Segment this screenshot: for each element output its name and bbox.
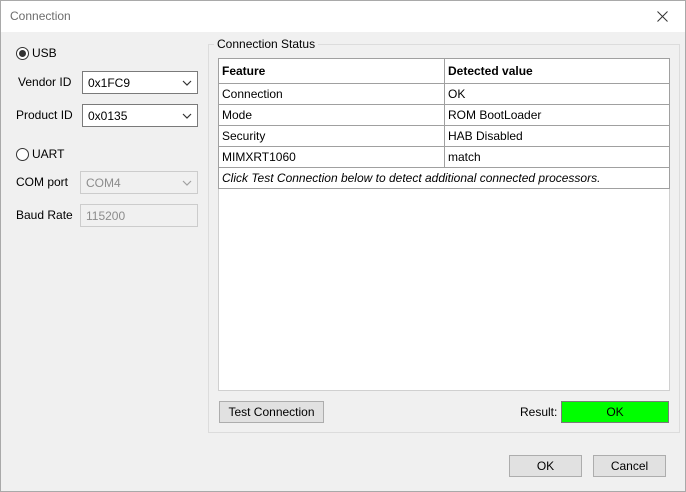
table-cell: Mode	[218, 104, 445, 126]
cancel-button[interactable]: Cancel	[593, 455, 666, 477]
test-connection-button[interactable]: Test Connection	[219, 401, 324, 423]
table-note-row: Click Test Connection below to detect ad…	[218, 167, 670, 189]
table-cell: OK	[444, 83, 670, 105]
table-note: Click Test Connection below to detect ad…	[218, 167, 670, 189]
table-cell: HAB Disabled	[444, 125, 670, 147]
product-id-label: Product ID	[16, 108, 73, 122]
radio-selected-dot	[19, 49, 26, 57]
vendor-id-label: Vendor ID	[18, 75, 72, 89]
table-row[interactable]: Mode ROM BootLoader	[218, 104, 670, 126]
usb-radio-label: USB	[32, 46, 57, 60]
status-table: Feature Detected value Connection OK Mod…	[218, 58, 670, 189]
close-icon	[656, 11, 668, 22]
table-cell: ROM BootLoader	[444, 104, 670, 126]
usb-radio[interactable]: USB	[16, 46, 57, 60]
chevron-down-icon	[182, 80, 192, 86]
uart-radio-circle	[16, 147, 29, 161]
com-port-value: COM4	[86, 175, 121, 190]
table-cell: match	[444, 146, 670, 168]
table-row[interactable]: Security HAB Disabled	[218, 125, 670, 147]
vendor-id-dropdown[interactable]: 0x1FC9	[82, 71, 198, 94]
table-cell: Security	[218, 125, 445, 147]
product-id-value: 0x0135	[88, 108, 128, 123]
chevron-down-icon	[182, 113, 192, 119]
column-header-feature: Feature	[218, 58, 445, 84]
table-cell: Connection	[218, 83, 445, 105]
table-header-row: Feature Detected value	[218, 58, 670, 84]
table-row[interactable]: Connection OK	[218, 83, 670, 105]
com-port-dropdown[interactable]: COM4	[80, 171, 198, 194]
baud-rate-field[interactable]: 115200	[80, 204, 198, 227]
uart-radio[interactable]: UART	[16, 147, 64, 161]
status-grid: Feature Detected value Connection OK Mod…	[218, 58, 670, 391]
table-cell: MIMXRT1060	[218, 146, 445, 168]
com-port-label: COM port	[16, 175, 69, 189]
vendor-id-value: 0x1FC9	[88, 75, 131, 90]
ok-button[interactable]: OK	[509, 455, 582, 477]
chevron-down-icon	[182, 180, 192, 186]
result-indicator: OK	[561, 401, 669, 423]
title-bar: Connection	[1, 1, 685, 32]
baud-rate-label: Baud Rate	[16, 208, 73, 222]
result-label: Result:	[520, 405, 558, 419]
column-header-detected-value: Detected value	[444, 58, 670, 84]
close-button[interactable]	[639, 1, 685, 32]
uart-radio-label: UART	[32, 147, 65, 161]
window-title: Connection	[10, 9, 71, 23]
baud-rate-value: 115200	[86, 208, 126, 223]
connection-status-title: Connection Status	[214, 37, 319, 51]
table-row[interactable]: MIMXRT1060 match	[218, 146, 670, 168]
result-value: OK	[606, 405, 624, 419]
product-id-dropdown[interactable]: 0x0135	[82, 104, 198, 127]
usb-radio-circle	[16, 46, 29, 60]
